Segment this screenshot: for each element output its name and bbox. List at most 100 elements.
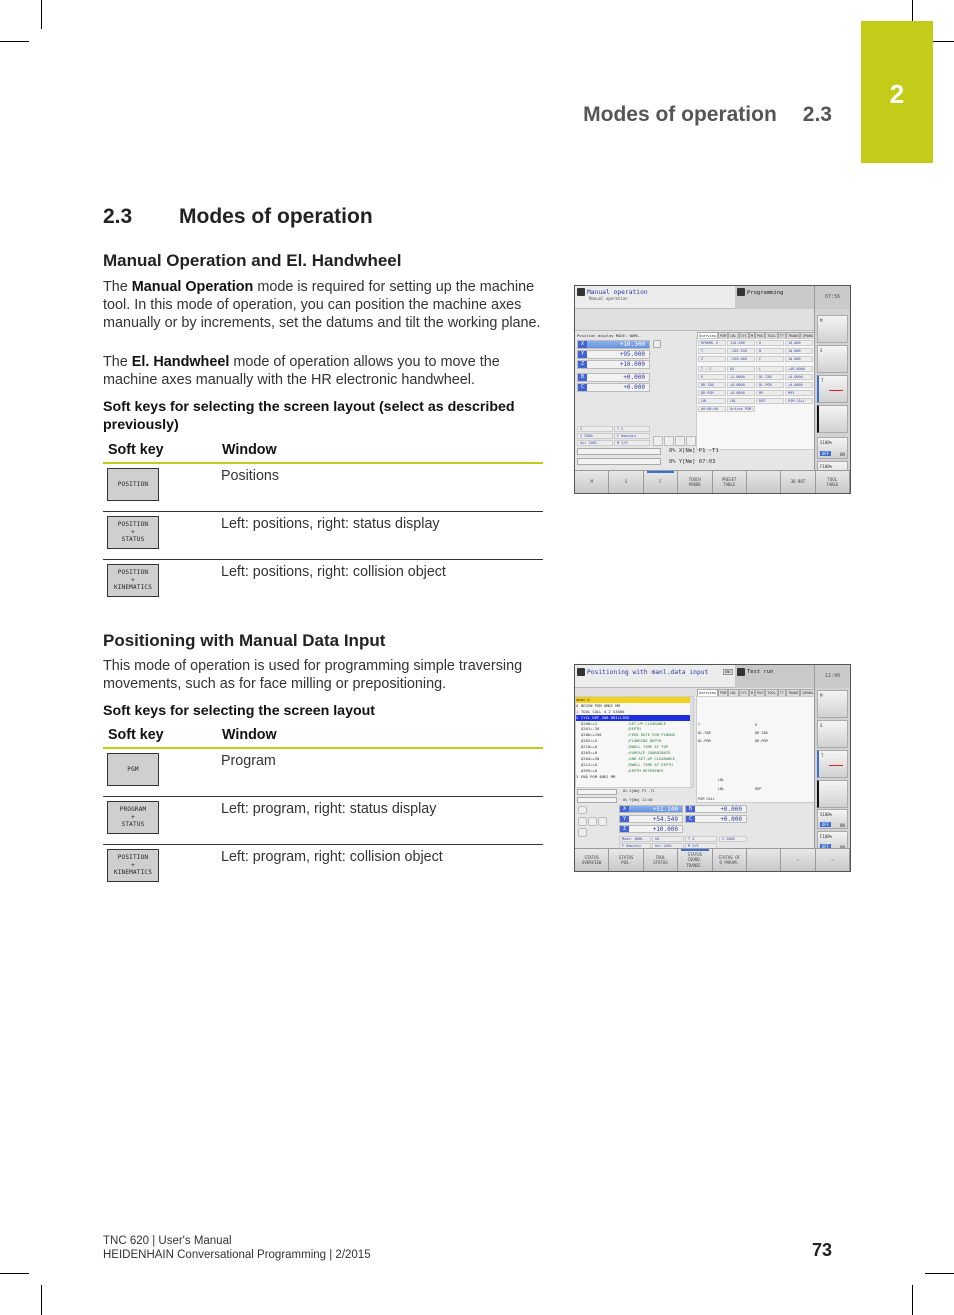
blank-button[interactable] <box>686 436 696 446</box>
info-cell: M 5/9 <box>614 440 650 446</box>
load-line-2: 0% Y[Nm] 11:40 <box>623 798 653 802</box>
softkey--[interactable]: ⇨ <box>815 849 850 871</box>
line-comment: ;FEED RATE FOR PLNGNG <box>627 732 676 738</box>
softkey-label: Q PARAM. <box>719 860 739 865</box>
softkey-cell: POSITION + KINEMATICS <box>103 560 217 608</box>
softkey-3d-rot[interactable]: 3D ROT <box>781 471 816 493</box>
table-row: POSITION + KINEMATICS Left: positions, righ… <box>103 560 543 608</box>
axis-z-display: Z +10.000 <box>577 360 650 369</box>
col-softkey: Soft key <box>103 442 217 464</box>
label: T <box>821 378 824 383</box>
blank-button[interactable] <box>598 817 607 826</box>
blank-button[interactable] <box>664 436 674 446</box>
spindle-override[interactable]: S100% OFF ON <box>817 809 848 829</box>
status-cell: 00:00:00 <box>698 406 726 412</box>
status-label: DR-TAB <box>755 731 768 735</box>
line-comment: ;2ND SET-UP CLEARANCE <box>627 755 676 761</box>
axis-y-display: Y +54.549 <box>619 815 683 823</box>
softkey-label: KINEMATICS <box>113 869 153 877</box>
status-cell: PGM CALL <box>785 398 813 404</box>
info-cell: F 0mm/min <box>614 433 650 439</box>
blank-button[interactable] <box>578 817 587 826</box>
axis-x-display: X +10.300 <box>577 340 650 349</box>
softkey-button-position-plus-status[interactable]: POSITION + STATUS <box>107 516 159 549</box>
softkey-preset-table[interactable]: PRESET TABLE <box>712 471 747 493</box>
side-t-button[interactable]: T <box>817 375 848 403</box>
status-cell: T : 2 <box>698 366 726 372</box>
blank-button[interactable] <box>578 828 587 837</box>
side-empty-button[interactable] <box>817 405 848 433</box>
status-cell: +0.0000 <box>785 382 813 388</box>
blank-button[interactable] <box>588 817 597 826</box>
softkey-cell: POSITION + STATUS <box>103 511 217 560</box>
softkey-button-pgm[interactable]: PGM <box>107 753 159 786</box>
softkey-status-pos-[interactable]: STATUS POS. <box>609 849 644 871</box>
crop-mark <box>925 1273 954 1274</box>
line-comment: ;DWELL TIME AT TOP <box>627 744 669 750</box>
screen-header: Manual operation Manual operation <box>575 286 737 309</box>
axis-b-display: B +0.000 <box>685 805 747 813</box>
softkey-button-position-plus-kinematics[interactable]: POSITION + KINEMATICS <box>107 849 159 882</box>
side-m-button[interactable]: M <box>817 690 848 718</box>
info-cell: S <box>577 426 613 432</box>
line-comment: ;DWELL TIME AT DEPTH <box>627 761 673 767</box>
blank-button[interactable] <box>653 436 663 446</box>
softkey-cell: POSITION + KINEMATICS <box>103 845 217 893</box>
softkey-blank[interactable] <box>746 471 782 493</box>
softkey-button-position[interactable]: POSITION <box>107 468 159 501</box>
window-description: Program <box>217 748 543 797</box>
dnc-badge: DNC <box>723 669 734 675</box>
status-cell: +0.0000 <box>727 390 755 396</box>
softkey-label: PGM <box>127 765 139 773</box>
side-m-button[interactable]: M <box>817 315 848 343</box>
softkey-button-program-plus-status[interactable]: PROGRAM + STATUS <box>107 801 159 834</box>
softkey-label: ⇦ <box>796 857 800 863</box>
side-empty-button[interactable] <box>817 780 848 808</box>
spindle-override[interactable]: S100% OFF ON <box>817 437 848 459</box>
mdi-softkey-heading: Soft keys for selecting the screen layou… <box>103 703 376 719</box>
status-cell: LBL <box>727 398 755 404</box>
softkey-label: STATUS <box>653 860 668 865</box>
col-softkey: Soft key <box>103 727 217 749</box>
side-s-button[interactable]: S <box>817 720 848 748</box>
softkey-m[interactable]: M <box>575 471 610 493</box>
softkey-label: TABLE <box>723 482 736 487</box>
softkey-blank[interactable] <box>746 849 782 871</box>
right-mode-title: Test run <box>747 669 774 675</box>
info-cell: S0 <box>652 836 684 842</box>
axis-letter: Z <box>578 361 587 368</box>
side-t-button[interactable]: T <box>817 750 848 778</box>
status-cell: DR-TAB <box>698 382 726 388</box>
softkey-status-of-q-param-[interactable]: STATUS OF Q PARAM. <box>712 849 747 871</box>
softkey-tool-table[interactable]: TOOL TABLE <box>815 471 850 493</box>
crop-mark <box>912 1285 913 1315</box>
softkey-touch-probe[interactable]: TOUCH PROBE <box>678 471 713 493</box>
softkey-label: POSITION <box>117 521 149 529</box>
off-badge: OFF <box>820 822 832 827</box>
section-title-text: Modes of operation <box>179 205 373 228</box>
program-line[interactable]: 3 END PGM $MDI MM <box>576 774 691 780</box>
side-s-button[interactable]: S <box>817 345 848 373</box>
program-listing: $mdi.h 0 BEGIN PGM $MDI MM 1 TOOL CALL 4 Z … <box>576 697 691 779</box>
softkey-button-position-plus-kinematics[interactable]: POSITION + KINEMATICS <box>107 564 159 597</box>
label: M <box>820 693 823 698</box>
blank-button[interactable] <box>578 806 587 814</box>
softkey-s[interactable]: S <box>609 471 644 493</box>
softkey-tool-status[interactable]: TOOL STATUS <box>643 849 679 871</box>
reset-icon[interactable] <box>653 340 661 348</box>
program-scrollbar[interactable] <box>690 697 693 787</box>
on-label: ON <box>840 452 845 457</box>
status-cell: REP <box>756 398 784 404</box>
axis-value: +0.000 <box>720 806 742 813</box>
blank-button[interactable] <box>675 436 685 446</box>
softkey-label: ⇨ <box>831 857 834 863</box>
status-label: REP <box>755 787 762 791</box>
softkey-status-overview[interactable]: STATUS OVERVIEW <box>575 849 610 871</box>
softkey-status-coord-transf-[interactable]: STATUS COORD. TRANSF. <box>678 849 713 871</box>
mode-title: Manual operation <box>587 289 648 296</box>
softkey-f[interactable]: F <box>643 471 679 493</box>
softkey-label: KINEMATICS <box>113 584 153 592</box>
window-description: Left: program, right: status display <box>217 796 543 845</box>
softkey-label: POSITION <box>117 569 149 577</box>
softkey--[interactable]: ⇦ <box>781 849 816 871</box>
